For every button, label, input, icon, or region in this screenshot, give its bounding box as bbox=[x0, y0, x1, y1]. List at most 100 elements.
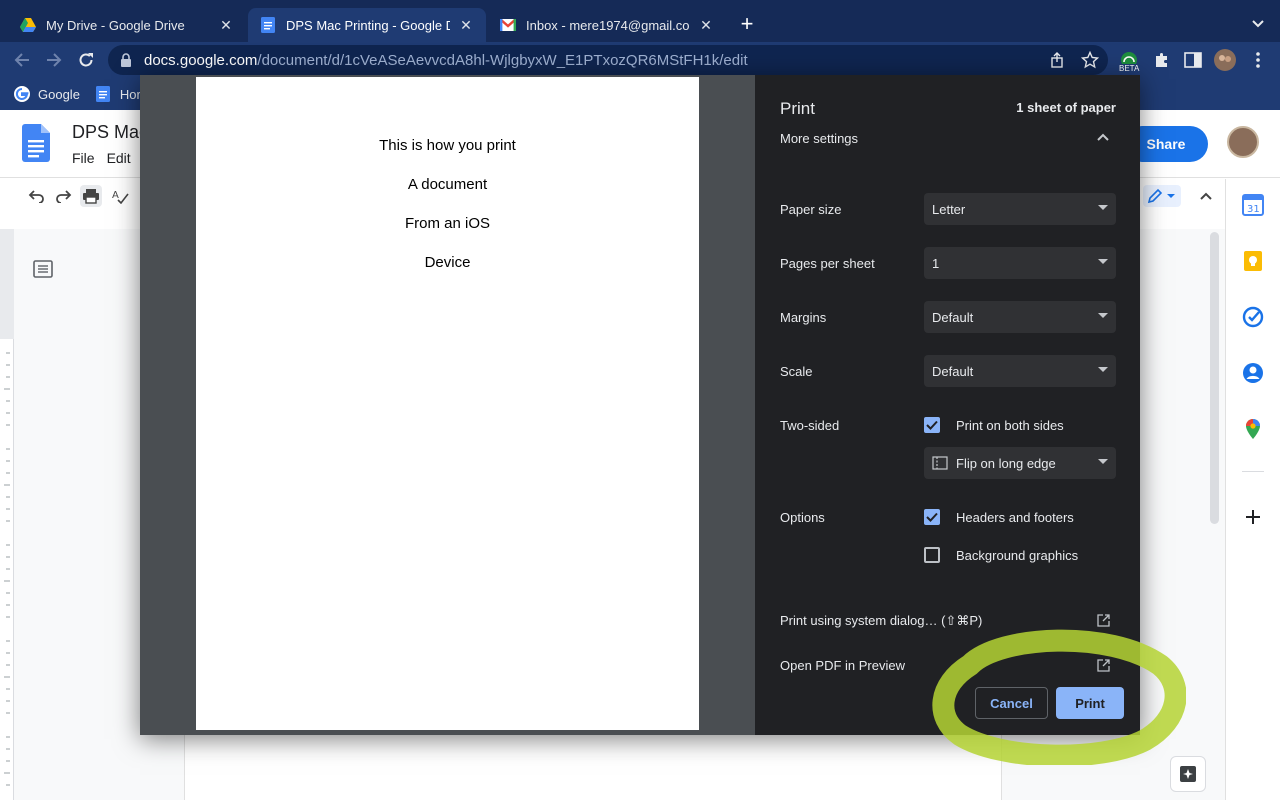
print-title: Print bbox=[780, 99, 815, 118]
print-preview-area: This is how you print A document From an… bbox=[140, 75, 755, 735]
paper-size-value: Letter bbox=[932, 201, 966, 217]
browser-menu-icon[interactable] bbox=[1246, 48, 1270, 72]
tab-my-drive[interactable]: My Drive - Google Drive ✕ bbox=[8, 8, 246, 42]
flip-edge-select[interactable]: Flip on long edge bbox=[924, 447, 1116, 479]
add-addon-icon[interactable] bbox=[1242, 506, 1264, 528]
bookmark-star-icon[interactable] bbox=[1078, 48, 1102, 72]
menu-file[interactable]: File bbox=[72, 150, 95, 166]
contacts-icon[interactable] bbox=[1242, 362, 1264, 384]
calendar-icon[interactable]: 31 bbox=[1242, 194, 1264, 216]
scrollbar[interactable] bbox=[1210, 232, 1219, 524]
preview-line: A document bbox=[407, 176, 488, 193]
spellcheck-icon[interactable]: A bbox=[109, 185, 131, 207]
pages-per-sheet-label: Pages per sheet bbox=[780, 256, 875, 271]
tab-dps-mac-printing[interactable]: DPS Mac Printing - Google Doc ✕ bbox=[248, 8, 486, 42]
print-button[interactable]: Print bbox=[1056, 687, 1124, 719]
google-drive-icon bbox=[20, 17, 36, 33]
close-tab-icon[interactable]: ✕ bbox=[458, 17, 474, 33]
account-avatar[interactable] bbox=[1227, 126, 1259, 158]
share-page-icon[interactable] bbox=[1045, 48, 1069, 72]
bookmark-label: Hor bbox=[119, 86, 141, 102]
scale-value: Default bbox=[932, 363, 974, 379]
scale-select[interactable]: Default bbox=[924, 355, 1116, 387]
headers-footers-label[interactable]: Headers and footers bbox=[956, 510, 1074, 525]
open-in-new-icon[interactable] bbox=[1097, 659, 1110, 672]
document-outline-icon[interactable] bbox=[33, 260, 53, 278]
tab-title: Inbox - mere1974@gmail.com bbox=[526, 17, 690, 33]
print-both-sides-checkbox[interactable] bbox=[924, 417, 940, 433]
cancel-button[interactable]: Cancel bbox=[975, 687, 1048, 719]
flip-edge-value: Flip on long edge bbox=[956, 455, 1056, 471]
tasks-icon[interactable] bbox=[1242, 306, 1264, 328]
editing-mode-icon[interactable] bbox=[1143, 185, 1181, 207]
options-label: Options bbox=[780, 510, 825, 525]
preview-line: Device bbox=[424, 254, 471, 271]
gmail-icon bbox=[500, 17, 516, 33]
back-icon[interactable] bbox=[10, 48, 34, 72]
profile-avatar[interactable] bbox=[1213, 48, 1237, 72]
menu-edit[interactable]: Edit bbox=[107, 150, 131, 166]
bookmark-google[interactable]: Google bbox=[14, 86, 80, 102]
pages-per-sheet-value: 1 bbox=[932, 255, 940, 271]
preview-line: This is how you print bbox=[379, 137, 516, 154]
tab-search-chevron-icon[interactable] bbox=[1248, 14, 1268, 34]
cancel-label: Cancel bbox=[990, 695, 1033, 711]
tab-inbox[interactable]: Inbox - mere1974@gmail.com ✕ bbox=[488, 8, 726, 42]
preview-line: From an iOS bbox=[404, 215, 491, 232]
dropdown-caret-icon bbox=[1098, 259, 1108, 264]
close-tab-icon[interactable]: ✕ bbox=[218, 17, 234, 33]
background-graphics-label[interactable]: Background graphics bbox=[956, 548, 1078, 563]
redo-icon[interactable] bbox=[53, 185, 75, 207]
address-bar[interactable]: docs.google.com/document/d/1cVeASeAevvcd… bbox=[108, 45, 1108, 75]
dropdown-caret-icon bbox=[1098, 205, 1108, 210]
print-preview-page: This is how you print A document From an… bbox=[196, 77, 699, 730]
vertical-ruler bbox=[0, 229, 14, 800]
open-in-new-icon[interactable] bbox=[1097, 614, 1110, 627]
paper-size-select[interactable]: Letter bbox=[924, 193, 1116, 225]
open-pdf-link[interactable]: Open PDF in Preview bbox=[780, 658, 905, 673]
flip-long-edge-icon bbox=[932, 456, 948, 473]
side-panel-icon[interactable] bbox=[1181, 48, 1205, 72]
margins-select[interactable]: Default bbox=[924, 301, 1116, 333]
share-label: Share bbox=[1146, 136, 1186, 152]
maps-icon[interactable] bbox=[1242, 418, 1264, 440]
explore-icon bbox=[1180, 766, 1196, 782]
close-tab-icon[interactable]: ✕ bbox=[698, 17, 714, 33]
keep-icon[interactable] bbox=[1242, 250, 1264, 272]
system-dialog-link[interactable]: Print using system dialog… (⇧⌘P) bbox=[780, 613, 982, 629]
docs-menu-bar: File Edit bbox=[72, 150, 131, 166]
headers-footers-checkbox[interactable] bbox=[924, 509, 940, 525]
new-tab-icon[interactable]: + bbox=[736, 13, 758, 36]
bookmark-home[interactable]: Hor bbox=[95, 86, 141, 102]
bookmark-label: Google bbox=[38, 86, 80, 102]
more-settings-toggle[interactable]: More settings bbox=[780, 131, 858, 146]
side-panel: 31 bbox=[1225, 179, 1280, 800]
reload-icon[interactable] bbox=[74, 48, 98, 72]
url-host: docs.google.com bbox=[144, 51, 258, 69]
pages-per-sheet-select[interactable]: 1 bbox=[924, 247, 1116, 279]
collapse-menus-icon[interactable] bbox=[1195, 185, 1217, 207]
margins-value: Default bbox=[932, 309, 974, 325]
extensions-puzzle-icon[interactable] bbox=[1150, 48, 1174, 72]
side-panel-divider bbox=[1242, 471, 1264, 472]
scale-label: Scale bbox=[780, 364, 813, 379]
forward-icon[interactable] bbox=[42, 48, 66, 72]
dropdown-caret-icon bbox=[1098, 459, 1108, 464]
google-g-icon bbox=[14, 86, 30, 102]
google-docs-logo-icon[interactable] bbox=[22, 124, 50, 162]
explore-button[interactable] bbox=[1170, 756, 1206, 792]
document-title[interactable]: DPS Mac bbox=[72, 122, 148, 143]
chevron-up-icon[interactable] bbox=[1096, 131, 1110, 145]
background-graphics-checkbox[interactable] bbox=[924, 547, 940, 563]
print-icon[interactable] bbox=[80, 185, 102, 207]
sheet-count: 1 sheet of paper bbox=[1016, 100, 1116, 115]
google-docs-icon bbox=[260, 17, 276, 33]
dropdown-caret-icon bbox=[1098, 367, 1108, 372]
beta-badge: BETA bbox=[1117, 64, 1142, 73]
margins-label: Margins bbox=[780, 310, 827, 325]
two-sided-label: Two-sided bbox=[780, 418, 840, 433]
undo-icon[interactable] bbox=[25, 185, 47, 207]
print-both-sides-label[interactable]: Print on both sides bbox=[956, 418, 1064, 433]
paper-size-label: Paper size bbox=[780, 202, 842, 217]
tab-title: DPS Mac Printing - Google Doc bbox=[286, 17, 450, 33]
